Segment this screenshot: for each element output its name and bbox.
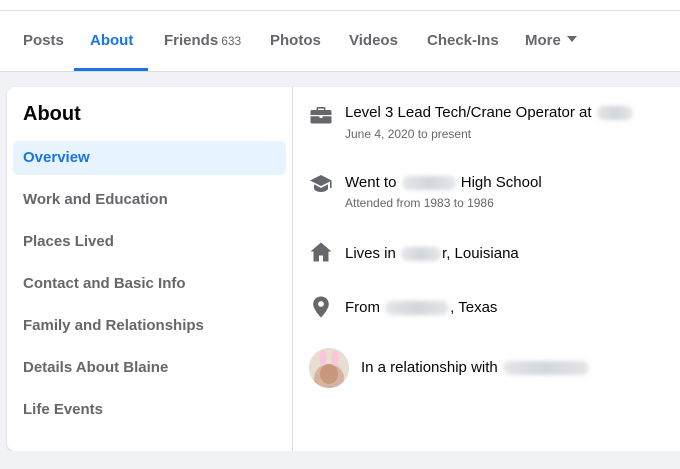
redacted-school <box>401 176 456 191</box>
sidebar-item-label: Work and Education <box>23 191 168 208</box>
location-pin-icon <box>313 296 329 318</box>
friends-count: 633 <box>221 34 242 48</box>
sidebar-item-overview[interactable]: Overview <box>13 141 286 175</box>
education-prefix: Went to <box>345 174 397 191</box>
from-prefix: From <box>345 299 380 316</box>
work-text: Level 3 Lead Tech/Crane Operator at <box>345 104 592 121</box>
partner-avatar[interactable] <box>309 348 349 388</box>
tab-checkins-label: Check-Ins <box>427 32 499 49</box>
tab-friends[interactable]: Friends 633 <box>164 32 241 52</box>
sidebar-item-label: Details About Blaine <box>23 359 169 376</box>
graduation-cap-icon <box>310 175 332 192</box>
page-bottom-background <box>0 451 680 469</box>
relationship-prefix: In a relationship with <box>361 359 498 376</box>
sidebar-item-label: Family and Relationships <box>23 317 204 334</box>
tab-friends-label: Friends <box>164 32 219 49</box>
tab-checkins[interactable]: Check-Ins <box>427 32 499 52</box>
education-line: Went to High School <box>345 174 542 191</box>
active-tab-indicator <box>74 68 148 71</box>
briefcase-icon <box>310 107 332 124</box>
education-dates: Attended from 1983 to 1986 <box>345 196 494 210</box>
from-suffix: , Texas <box>450 299 498 316</box>
work-line: Level 3 Lead Tech/Crane Operator at <box>345 104 634 121</box>
tab-posts-label: Posts <box>23 32 64 49</box>
tab-bar-divider <box>0 71 680 72</box>
tab-videos[interactable]: Videos <box>349 32 398 52</box>
sidebar-item-life-events[interactable]: Life Events <box>13 393 286 427</box>
about-heading: About <box>23 103 81 125</box>
sidebar-item-label: Contact and Basic Info <box>23 275 186 292</box>
sidebar-item-label: Places Lived <box>23 233 114 250</box>
lives-line: Lives in r, Louisiana <box>345 245 519 262</box>
sidebar-item-label: Overview <box>23 149 90 166</box>
redacted-city <box>401 247 442 262</box>
lives-prefix: Lives in <box>345 245 396 262</box>
tab-photos-label: Photos <box>270 32 321 49</box>
tab-about[interactable]: About <box>90 32 133 52</box>
tab-more-label: More <box>525 32 561 49</box>
tab-photos[interactable]: Photos <box>270 32 321 52</box>
tab-more[interactable]: More <box>525 32 577 52</box>
sidebar-item-label: Life Events <box>23 401 104 418</box>
work-dates: June 4, 2020 to present <box>345 127 472 141</box>
about-card-divider <box>292 87 293 451</box>
redacted-employer <box>596 106 633 121</box>
sidebar-item-family[interactable]: Family and Relationships <box>13 309 286 343</box>
hometown-line: From , Texas <box>345 299 497 316</box>
tab-about-label: About <box>90 32 134 49</box>
top-divider <box>0 10 680 11</box>
caret-down-icon <box>566 36 577 43</box>
education-suffix: High School <box>460 174 542 191</box>
lives-suffix: r, Louisiana <box>442 245 519 262</box>
avatar-photo <box>309 348 349 388</box>
redacted-partner-name[interactable] <box>502 361 589 376</box>
home-icon <box>310 242 332 262</box>
sidebar-item-details[interactable]: Details About Blaine <box>13 351 286 385</box>
relationship-line: In a relationship with <box>361 359 590 376</box>
tab-posts[interactable]: Posts <box>23 32 64 52</box>
redacted-hometown <box>385 301 450 316</box>
sidebar-item-work-and-education[interactable]: Work and Education <box>13 183 286 217</box>
tab-videos-label: Videos <box>349 32 398 49</box>
sidebar-item-contact-info[interactable]: Contact and Basic Info <box>13 267 286 301</box>
sidebar-item-places-lived[interactable]: Places Lived <box>13 225 286 259</box>
